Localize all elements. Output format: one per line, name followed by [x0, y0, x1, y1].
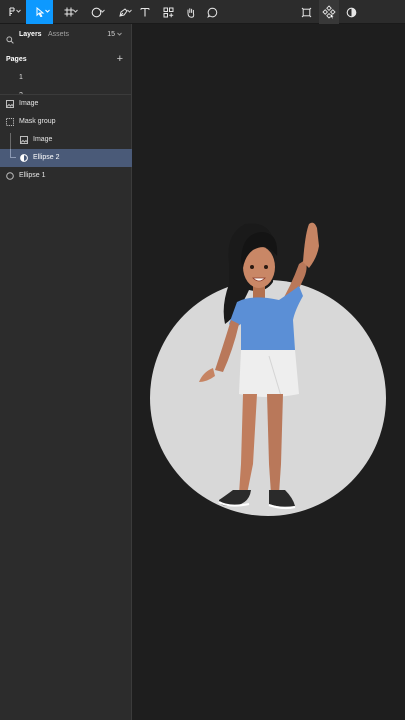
page-count-label: 15 [107, 31, 116, 38]
layers-panel: Layers Assets 15 Pages + 1 2 Image Mask … [0, 24, 132, 720]
panel-tabs: Layers Assets 15 [0, 24, 132, 48]
component-diamond-icon [322, 5, 336, 19]
pen-tool-button[interactable] [111, 0, 135, 24]
component-button[interactable] [319, 0, 339, 24]
ellipse-icon [6, 172, 14, 180]
tab-layers[interactable]: Layers [19, 31, 42, 38]
text-t-icon [140, 7, 150, 17]
layer-row-mask-group[interactable]: Mask group [0, 113, 132, 131]
frame-tool-button[interactable] [57, 0, 81, 24]
search-icon[interactable] [6, 31, 14, 49]
frame-corners-icon [301, 7, 312, 18]
hand-icon [185, 7, 196, 18]
tab-assets[interactable]: Assets [48, 31, 69, 38]
text-tool-button[interactable] [137, 0, 153, 24]
pages-title: Pages [6, 56, 27, 63]
page-item-label: 1 [19, 74, 23, 81]
layer-label: Ellipse 1 [19, 172, 46, 179]
layer-label: Image [19, 100, 39, 107]
comment-tool-button[interactable] [203, 0, 221, 24]
pages-list-clip: 2 [0, 84, 132, 94]
hand-tool-button[interactable] [181, 0, 199, 24]
layer-label: Mask group [19, 118, 56, 125]
main-menu-button[interactable] [2, 0, 22, 24]
design-canvas[interactable] [133, 24, 405, 720]
mask-icon [20, 154, 28, 162]
cursor-arrow-icon [35, 7, 45, 17]
page-count-dropdown[interactable]: 15 [107, 31, 122, 38]
chevron-down-icon [73, 9, 78, 13]
image-icon [6, 100, 14, 108]
chevron-down-icon [127, 9, 132, 13]
dev-mode-button[interactable] [297, 0, 315, 24]
comment-bubble-icon [206, 7, 218, 18]
shape-tool-button[interactable] [84, 0, 108, 24]
layer-row-ellipse-1[interactable]: Ellipse 1 [0, 167, 132, 185]
layer-row-image-child[interactable]: Image [0, 131, 132, 149]
layer-row-image[interactable]: Image [0, 95, 132, 113]
resources-button[interactable] [159, 0, 177, 24]
image-icon [20, 136, 28, 144]
add-page-button[interactable]: + [117, 53, 123, 65]
chevron-down-icon [100, 9, 105, 13]
chevron-down-icon [16, 9, 21, 13]
contrast-toggle-button[interactable] [342, 0, 360, 24]
layer-row-ellipse-2[interactable]: Ellipse 2 [0, 149, 132, 167]
layer-label: Ellipse 2 [33, 154, 60, 161]
contrast-half-circle-icon [346, 7, 357, 18]
chevron-down-icon [45, 9, 50, 13]
chevron-down-icon [117, 31, 122, 38]
mask-group-icon [6, 118, 14, 126]
character-image[interactable] [133, 24, 405, 720]
layer-label: Image [33, 136, 53, 143]
tree-connector [10, 157, 16, 158]
pages-header: Pages + [0, 52, 132, 68]
resources-grid-icon [163, 7, 174, 18]
toolbar [0, 0, 405, 24]
move-tool-button[interactable] [26, 0, 53, 24]
